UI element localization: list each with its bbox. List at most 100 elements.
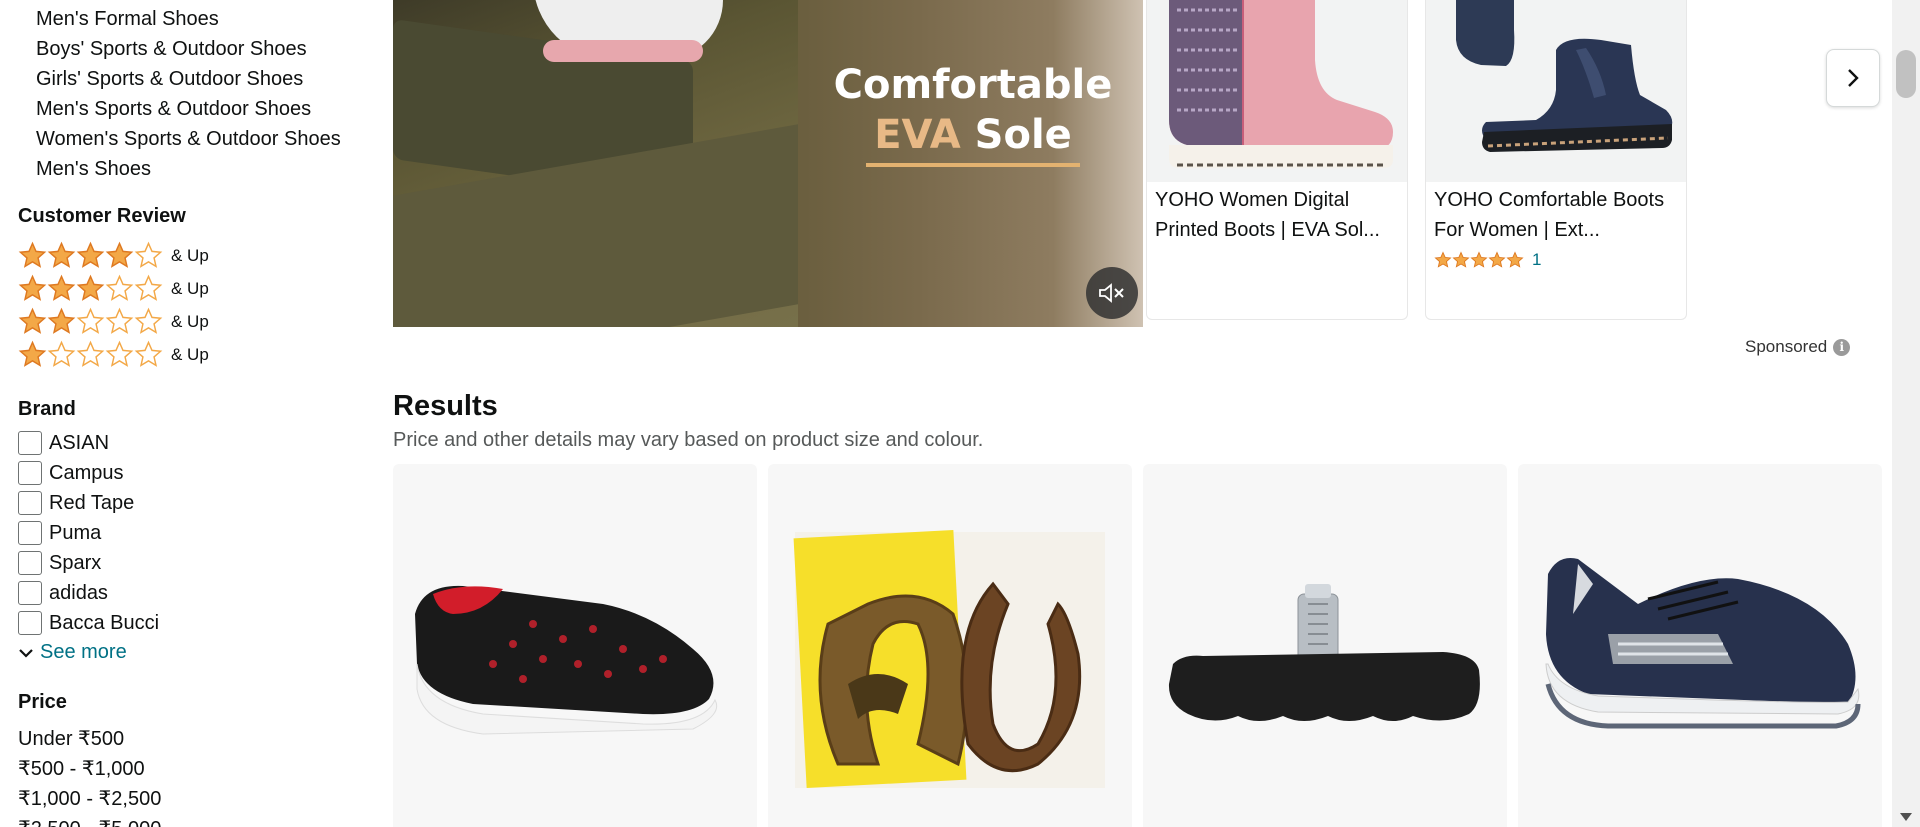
rating-filter-3-up[interactable]: & Up <box>18 272 209 305</box>
rating-filter-1-up[interactable]: & Up <box>18 338 209 371</box>
brand-filter-asian[interactable]: ASIAN <box>18 428 159 458</box>
checkbox[interactable] <box>18 461 42 485</box>
checkbox[interactable] <box>18 581 42 605</box>
product-image[interactable] <box>1147 0 1407 182</box>
video-frame-left <box>393 0 798 327</box>
brake-pad-image <box>1168 584 1480 721</box>
sports-shoe-image <box>1545 558 1861 729</box>
star-filled-icon <box>1452 251 1470 268</box>
checkbox[interactable] <box>18 551 42 575</box>
star-empty-icon <box>47 340 76 367</box>
star-filled-icon <box>1488 251 1506 268</box>
brand-filter-puma[interactable]: Puma <box>18 518 159 548</box>
result-card[interactable] <box>1518 464 1882 827</box>
star-empty-icon <box>105 340 134 367</box>
rating-stars <box>1434 251 1524 269</box>
brand-filter-list: ASIAN Campus Red Tape Puma Sparx adidas … <box>18 428 159 638</box>
department-list: Men's Formal Shoes Boys' Sports & Outdoo… <box>36 4 341 184</box>
star-empty-icon <box>76 340 105 367</box>
and-up-label: & Up <box>171 278 209 298</box>
carousel-next-button[interactable] <box>1826 49 1880 107</box>
brand-label: Red Tape <box>49 491 135 514</box>
rating-stars <box>18 340 163 369</box>
scrollbar-thumb[interactable] <box>1896 50 1916 98</box>
checkbox[interactable] <box>18 521 42 545</box>
price-heading: Price <box>18 691 67 713</box>
star-empty-icon <box>134 274 163 301</box>
product-title[interactable]: YOHO Comfortable Boots For Women | Ext..… <box>1426 182 1686 248</box>
chevron-right-icon <box>1848 69 1859 87</box>
brand-filter-sparx[interactable]: Sparx <box>18 548 159 578</box>
dept-boys-sports-shoes[interactable]: Boys' Sports & Outdoor Shoes <box>36 34 341 64</box>
product-title[interactable]: YOHO Women Digital Printed Boots | EVA S… <box>1147 182 1407 248</box>
star-empty-icon <box>105 274 134 301</box>
star-empty-icon <box>134 241 163 268</box>
banner-underline <box>866 163 1080 167</box>
star-filled-icon <box>18 241 47 268</box>
rating-stars <box>18 307 163 336</box>
brand-filter-campus[interactable]: Campus <box>18 458 159 488</box>
checkbox[interactable] <box>18 491 42 515</box>
star-filled-icon <box>18 274 47 301</box>
star-filled-icon <box>76 274 105 301</box>
dept-mens-sports-shoes[interactable]: Men's Sports & Outdoor Shoes <box>36 94 341 124</box>
star-empty-icon <box>76 307 105 334</box>
sponsored-product-card[interactable]: YOHO Comfortable Boots For Women | Ext..… <box>1425 0 1687 320</box>
product-rating[interactable]: 1 <box>1426 250 1686 270</box>
chevron-down-icon <box>19 648 33 658</box>
brand-filter-red-tape[interactable]: Red Tape <box>18 488 159 518</box>
sponsored-label[interactable]: Sponsored i <box>1745 337 1851 357</box>
dept-girls-sports-shoes[interactable]: Girls' Sports & Outdoor Shoes <box>36 64 341 94</box>
brand-label: Bacca Bucci <box>49 611 160 634</box>
banner-headline: Comfortable EVA Sole <box>813 60 1133 160</box>
shoe-sole-image <box>543 40 703 62</box>
pink-boot-image <box>1169 0 1393 168</box>
star-filled-icon <box>47 241 76 268</box>
brand-label: Puma <box>49 521 102 544</box>
scroll-down-arrow-icon[interactable] <box>1900 813 1912 821</box>
price-filter-under-500[interactable]: Under ₹500 <box>18 724 161 754</box>
rating-filter-4-up[interactable]: & Up <box>18 239 209 272</box>
review-count[interactable]: 1 <box>1532 250 1541 270</box>
star-filled-icon <box>18 307 47 334</box>
brand-filter-bacca-bucci[interactable]: Bacca Bucci <box>18 608 159 638</box>
banner-line-2: EVA Sole <box>813 110 1133 160</box>
product-image[interactable] <box>1426 0 1686 182</box>
sponsored-video-banner[interactable]: Comfortable EVA Sole <box>393 0 1143 327</box>
price-filter-list: Under ₹500 ₹500 - ₹1,000 ₹1,000 - ₹2,500… <box>18 724 161 827</box>
result-card[interactable] <box>768 464 1132 827</box>
dept-womens-sports-shoes[interactable]: Women's Sports & Outdoor Shoes <box>36 124 341 154</box>
star-filled-icon <box>47 307 76 334</box>
brand-filter-adidas[interactable]: adidas <box>18 578 159 608</box>
star-empty-icon <box>134 340 163 367</box>
dept-mens-shoes[interactable]: Men's Shoes <box>36 154 341 184</box>
price-filter-500-1000[interactable]: ₹500 - ₹1,000 <box>18 754 161 784</box>
search-results-page: Men's Formal Shoes Boys' Sports & Outdoo… <box>0 0 1920 827</box>
star-filled-icon <box>76 241 105 268</box>
sponsored-text: Sponsored <box>1745 337 1828 356</box>
brand-see-more-link[interactable]: See more <box>18 641 127 664</box>
checkbox[interactable] <box>18 611 42 635</box>
brand-label: adidas <box>49 581 108 604</box>
star-filled-icon <box>105 241 134 268</box>
banner-rest-word: Sole <box>960 112 1072 158</box>
checkbox[interactable] <box>18 431 42 455</box>
horseshoe-product-image <box>793 529 1105 789</box>
result-card[interactable] <box>1143 464 1507 827</box>
dept-mens-formal-shoes[interactable]: Men's Formal Shoes <box>36 4 341 34</box>
navy-boot-image <box>1456 0 1673 152</box>
and-up-label: & Up <box>171 311 209 331</box>
price-filter-1000-2500[interactable]: ₹1,000 - ₹2,500 <box>18 784 161 814</box>
star-filled-icon <box>1434 251 1452 268</box>
star-filled-icon <box>47 274 76 301</box>
page-scrollbar[interactable] <box>1892 0 1920 827</box>
result-card[interactable] <box>393 464 757 827</box>
price-filter-2500-5000[interactable]: ₹2,500 - ₹5,000 <box>18 814 161 827</box>
brand-label: Campus <box>49 461 124 484</box>
info-icon[interactable]: i <box>1833 338 1851 356</box>
rating-filter-2-up[interactable]: & Up <box>18 305 209 338</box>
star-filled-icon <box>1470 251 1488 268</box>
sponsored-product-card[interactable]: YOHO Women Digital Printed Boots | EVA S… <box>1146 0 1408 320</box>
mute-button[interactable] <box>1086 267 1138 319</box>
mute-icon <box>1099 283 1124 303</box>
